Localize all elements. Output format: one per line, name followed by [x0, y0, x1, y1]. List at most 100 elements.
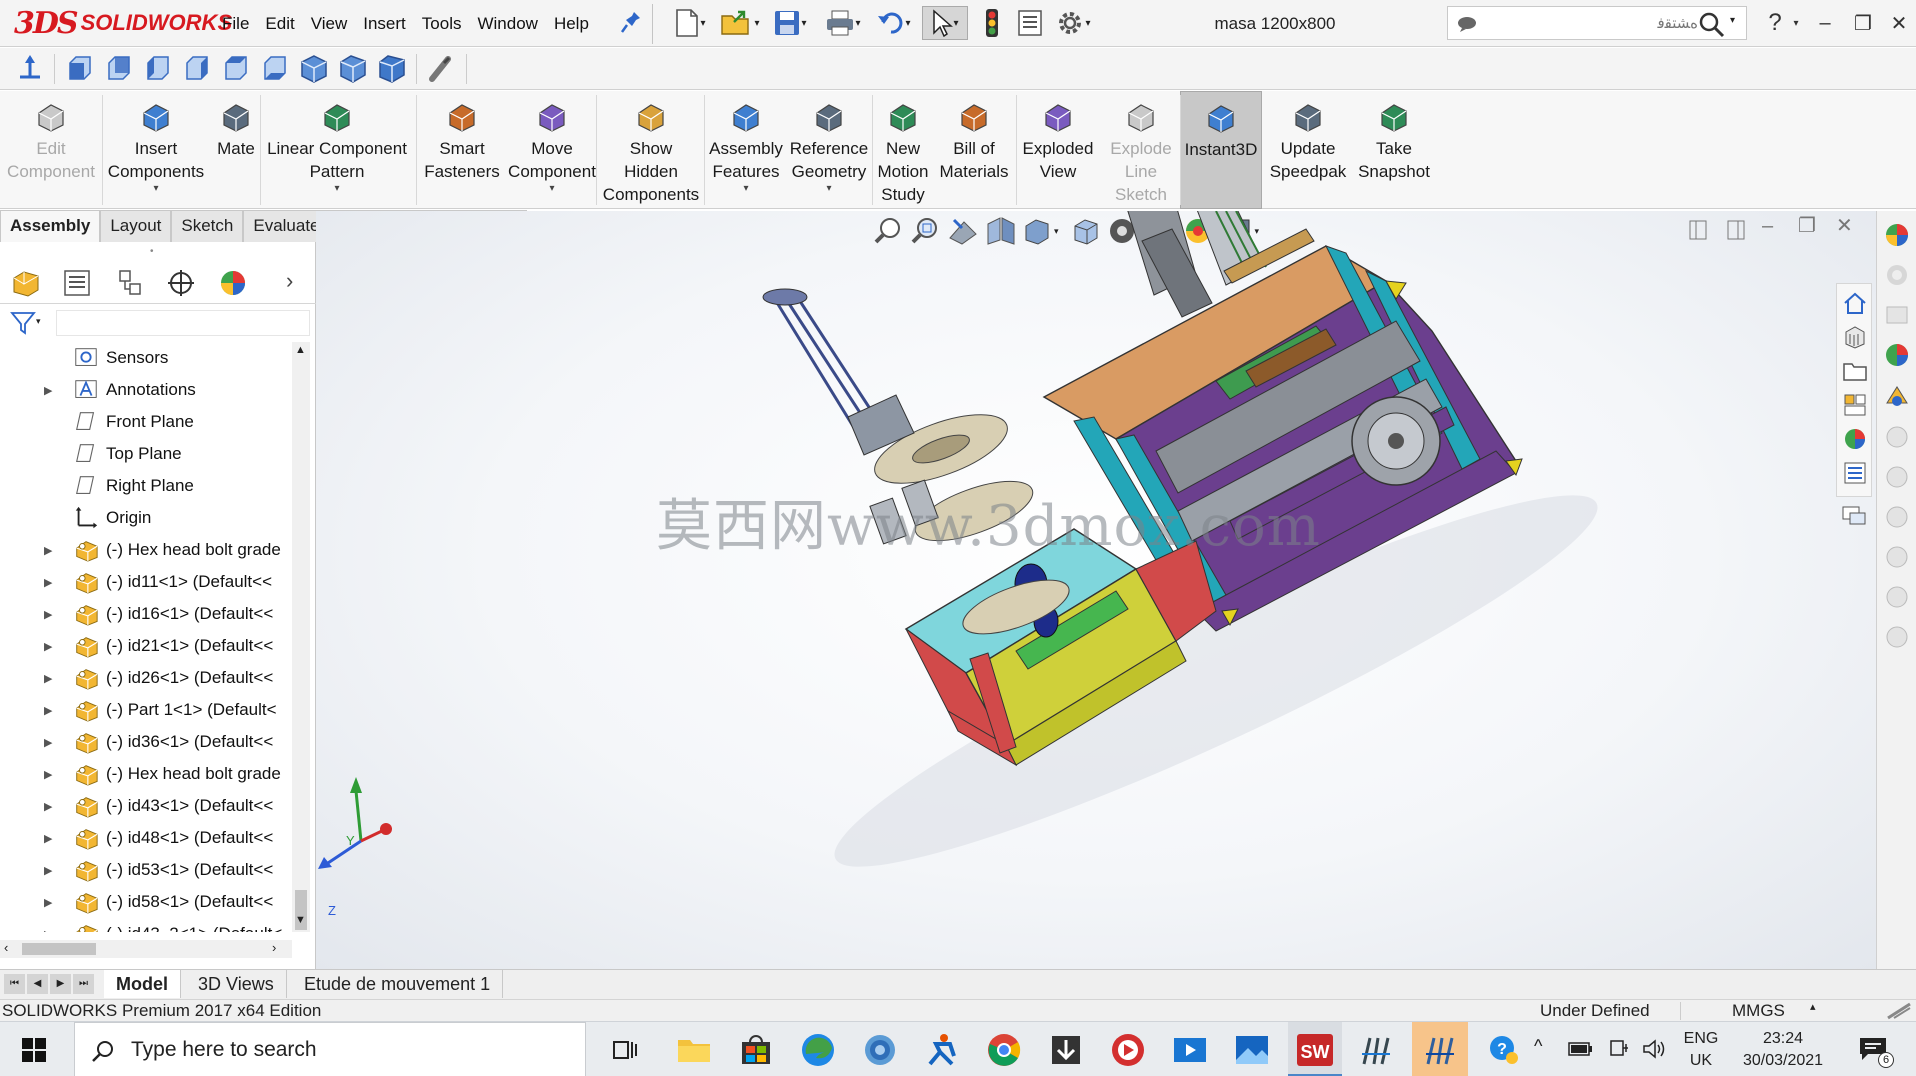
expand-arrow-icon[interactable]: ▶ [44, 672, 58, 685]
tree-item[interactable]: Sensors [0, 342, 292, 374]
edge-browser-icon[interactable] [798, 1030, 838, 1070]
file-explorer-icon[interactable] [1842, 358, 1868, 384]
tree-item[interactable]: ▶ (-) id48<1> (Default<< [0, 822, 292, 854]
taskbar-search-box[interactable]: Type here to search [74, 1022, 586, 1076]
tree-item[interactable]: Origin [0, 502, 292, 534]
network-icon[interactable] [1608, 1038, 1630, 1060]
tree-item[interactable]: ▶ (-) id53<1> (Default<< [0, 854, 292, 886]
isometric-view-icon[interactable] [298, 53, 330, 85]
model-tab-model[interactable]: Model [104, 970, 181, 998]
appearances-icon[interactable] [1842, 426, 1868, 452]
bottom-view-icon[interactable] [259, 53, 291, 85]
options-button[interactable]: ▾ [1050, 6, 1096, 40]
scroll-left-icon[interactable]: ‹ [4, 940, 8, 955]
next-tab-icon[interactable]: ▶ [50, 974, 71, 994]
pin-icon[interactable] [620, 10, 642, 36]
file-properties-button[interactable] [1012, 6, 1048, 40]
expand-arrow-icon[interactable]: ▶ [44, 768, 58, 781]
back-view-icon[interactable] [103, 53, 135, 85]
side-tool-icon[interactable] [1883, 463, 1911, 491]
normal-to-icon[interactable] [14, 53, 46, 85]
unit-system-selector[interactable]: MMGS [1732, 1001, 1785, 1021]
tree-item[interactable]: Right Plane [0, 470, 292, 502]
instant3d-button[interactable]: Instant3D [1180, 91, 1262, 209]
open-document-button[interactable]: ▾ [716, 6, 764, 40]
take-snapshot-button[interactable]: Take Snapshot [1352, 91, 1436, 209]
close-button[interactable]: ✕ [1882, 6, 1916, 40]
side-tool-icon[interactable] [1883, 503, 1911, 531]
new-document-button[interactable]: ▾ [668, 6, 712, 40]
left-view-icon[interactable] [142, 53, 174, 85]
model-tab-3d-views[interactable]: 3D Views [186, 970, 287, 998]
active-app-button[interactable] [1412, 1022, 1468, 1076]
command-dropdown-icon[interactable]: ▾ [153, 183, 158, 195]
minimize-button[interactable]: – [1808, 6, 1842, 40]
prev-tab-icon[interactable]: ◀ [27, 974, 48, 994]
download-app-icon[interactable] [1046, 1030, 1086, 1070]
toolbox-icon[interactable] [1883, 383, 1911, 411]
command-dropdown-icon[interactable]: ▾ [334, 183, 339, 195]
search-dropdown-icon[interactable]: ▾ [1730, 15, 1735, 26]
exploded-view-button[interactable]: Exploded View [1016, 91, 1100, 209]
side-tool-icon[interactable] [1883, 623, 1911, 651]
tab-layout[interactable]: Layout [100, 210, 172, 242]
tree-item[interactable]: ▶ Annotations [0, 374, 292, 406]
circle-app-icon[interactable] [860, 1030, 900, 1070]
show-hidden-components-button[interactable]: Show Hidden Components [596, 91, 706, 209]
menu-window[interactable]: Window [469, 14, 545, 34]
file-explorer-taskbar-icon[interactable] [674, 1030, 714, 1070]
top-view-icon[interactable] [220, 53, 252, 85]
expand-arrow-icon[interactable]: ▶ [44, 736, 58, 749]
tree-vertical-scrollbar[interactable]: ▲ ▼ [292, 342, 310, 932]
expand-arrow-icon[interactable]: ▶ [44, 704, 58, 717]
right-view-icon[interactable] [181, 53, 213, 85]
file-explorer-side-icon[interactable] [1883, 301, 1911, 329]
windows-start-icon[interactable] [22, 1038, 46, 1062]
search-commands-box[interactable]: ▾ [1447, 6, 1747, 40]
tree-item[interactable]: ▶ (-) id16<1> (Default<< [0, 598, 292, 630]
side-tool-icon[interactable] [1883, 543, 1911, 571]
command-dropdown-icon[interactable]: ▾ [826, 183, 831, 195]
tree-filter-input[interactable] [56, 310, 310, 336]
help-tray-icon[interactable]: ? [1488, 1034, 1520, 1066]
mate-button[interactable]: Mate [210, 91, 262, 209]
runner-app-icon[interactable] [922, 1030, 962, 1070]
bill-of-materials-button[interactable]: Bill of Materials [938, 91, 1010, 209]
assembly-features-button[interactable]: Assembly Features ▾ [706, 91, 786, 209]
panel-splitter-handle[interactable]: • [150, 246, 154, 257]
forum-icon[interactable] [1840, 503, 1868, 529]
scroll-down-icon[interactable]: ▼ [295, 914, 306, 926]
new-motion-study-button[interactable]: New Motion Study [872, 91, 934, 209]
solidworks-logo[interactable]: 3DS SOLIDWORKS [14, 4, 232, 42]
expand-arrow-icon[interactable]: ▶ [44, 576, 58, 589]
expand-arrow-icon[interactable]: ▶ [44, 896, 58, 909]
insert-components-button[interactable]: Insert Components ▾ [104, 91, 208, 209]
command-dropdown-icon[interactable]: ▾ [743, 183, 748, 195]
command-dropdown-icon[interactable]: ▾ [549, 183, 554, 195]
view-palette-icon[interactable] [1842, 392, 1868, 418]
dimetric-view-icon[interactable] [376, 53, 408, 85]
feature-manager-tab-icon[interactable] [10, 268, 42, 298]
graphics-area[interactable]: ▾ ▾ – ❐ ✕ 莫西网www.3dmox.com Y Z [316, 211, 1876, 969]
tree-item[interactable]: Top Plane [0, 438, 292, 470]
tree-item[interactable]: ▶ (-) Hex head bolt grade [0, 758, 292, 790]
tab-assembly[interactable]: Assembly [0, 210, 101, 242]
update-speedpak-button[interactable]: Update Speedpak [1264, 91, 1352, 209]
battery-icon[interactable] [1568, 1040, 1594, 1058]
print-button[interactable]: ▾ [820, 6, 866, 40]
tab-sketch[interactable]: Sketch [171, 210, 244, 242]
last-tab-icon[interactable]: ⏭ [73, 974, 94, 994]
home-icon[interactable] [1842, 290, 1868, 316]
front-view-icon[interactable] [64, 53, 96, 85]
save-button[interactable]: ▾ [768, 6, 812, 40]
tree-item[interactable]: ▶ (-) id43_2<1> (Default< [0, 918, 292, 932]
filter-dropdown-icon[interactable]: ▾ [36, 316, 41, 327]
model-tab-etude-de-mouvement-1[interactable]: Etude de mouvement 1 [292, 970, 504, 998]
tree-item[interactable]: ▶ (-) id43<1> (Default<< [0, 790, 292, 822]
dimxpert-manager-tab-icon[interactable] [166, 268, 196, 298]
expand-arrow-icon[interactable]: ▶ [44, 608, 58, 621]
search-icon[interactable] [1698, 11, 1726, 39]
display-manager-tab-icon[interactable] [218, 268, 248, 298]
expand-tabs-chevron-icon[interactable]: › [286, 268, 293, 294]
notification-center-button[interactable]: 6 [1856, 1032, 1896, 1068]
